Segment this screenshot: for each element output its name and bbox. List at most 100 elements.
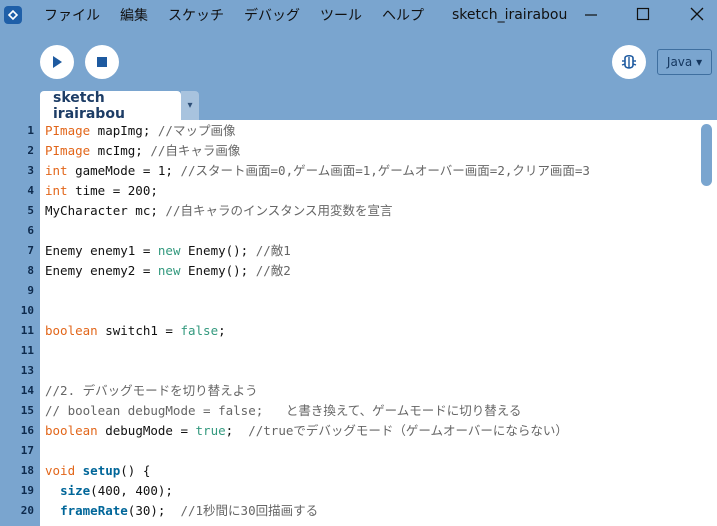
code-token: setup — [82, 463, 121, 478]
line-number: 10 — [20, 304, 34, 317]
code-line: boolean switch1 = false; — [45, 321, 226, 341]
code-line: //2. デバッグモードを切り替えよう — [45, 381, 258, 401]
code-line: int gameMode = 1; //スタート画面=0,ゲーム画面=1,ゲーム… — [45, 161, 590, 181]
menu-file[interactable]: ファイル — [44, 5, 100, 25]
line-number: 5 — [27, 204, 34, 217]
code-token: int — [45, 163, 68, 178]
code-line: PImage mapImg; //マップ画像 — [45, 121, 235, 141]
code-token: () { — [120, 463, 151, 478]
line-number: 6 — [27, 224, 34, 237]
play-icon — [53, 56, 62, 68]
code-token: frameRate — [60, 503, 128, 518]
code-token: switch1 = — [97, 323, 181, 338]
line-number: 15 — [20, 404, 34, 417]
code-token: true — [195, 423, 226, 438]
line-number: 7 — [27, 244, 34, 257]
line-number: 16 — [20, 424, 34, 437]
code-token: debugMode = — [97, 423, 196, 438]
line-number: 11 — [20, 344, 34, 357]
code-line: frameRate(30); //1秒間に30回描画する — [45, 501, 318, 521]
code-token: false — [180, 323, 219, 338]
menu-help[interactable]: ヘルプ — [382, 5, 424, 25]
stop-icon — [97, 57, 107, 67]
code-line: void setup() { — [45, 461, 150, 481]
mode-selector[interactable]: Java ▾ — [657, 49, 712, 75]
code-token: Enemy(); — [180, 263, 256, 278]
maximize-button[interactable] — [630, 2, 656, 26]
bug-icon — [621, 54, 637, 69]
code-token: gameMode = 1; — [67, 163, 181, 178]
code-token: boolean — [45, 423, 98, 438]
code-token: //自キャラ画像 — [150, 143, 241, 158]
menu-bar: ファイル 編集 スケッチ デバッグ ツール ヘルプ — [44, 0, 444, 30]
minimize-button[interactable] — [578, 2, 604, 26]
code-line: PImage mcImg; //自キャラ画像 — [45, 141, 240, 161]
line-number: 11 — [20, 324, 34, 337]
line-number: 3 — [27, 164, 34, 177]
code-token: ; — [218, 323, 226, 338]
code-token: // boolean debugMode = false; と書き換えて、ゲーム… — [45, 403, 522, 418]
code-token: MyCharacter mc; — [45, 203, 166, 218]
close-button[interactable] — [684, 2, 710, 26]
code-token: (30); — [127, 503, 181, 518]
line-number: 4 — [27, 184, 34, 197]
code-token: new — [157, 263, 181, 278]
line-number: 13 — [20, 364, 34, 377]
line-number: 8 — [27, 264, 34, 277]
code-line: MyCharacter mc; //自キャラのインスタンス用変数を宣言 — [45, 201, 392, 221]
line-number: 20 — [20, 504, 34, 517]
code-token: (400, 400); — [90, 483, 173, 498]
code-token: //敵2 — [255, 263, 291, 278]
menu-debug[interactable]: デバッグ — [244, 5, 300, 25]
line-number: 19 — [20, 484, 34, 497]
code-token: Enemy enemy1 = — [45, 243, 158, 258]
code-token: new — [157, 243, 181, 258]
scrollbar-thumb[interactable] — [701, 124, 712, 186]
code-line: Enemy enemy2 = new Enemy(); //敵2 — [45, 261, 291, 281]
code-token: PImage — [45, 123, 91, 138]
code-token: Enemy(); — [180, 243, 256, 258]
code-line: boolean debugMode = true; //trueでデバッグモード… — [45, 421, 568, 441]
code-token: //マップ画像 — [157, 123, 236, 138]
code-token: ; — [225, 423, 249, 438]
line-number: 17 — [20, 444, 34, 457]
tab-menu-button[interactable]: ▾ — [181, 91, 199, 120]
code-token: Enemy enemy2 = — [45, 263, 158, 278]
code-token: void — [45, 463, 76, 478]
code-line: // boolean debugMode = false; と書き換えて、ゲーム… — [45, 401, 521, 421]
menu-sketch[interactable]: スケッチ — [168, 5, 224, 25]
line-number: 1 — [27, 124, 34, 137]
code-token: time = 200; — [67, 183, 158, 198]
code-token: mcImg; — [90, 143, 151, 158]
run-button[interactable] — [40, 45, 74, 79]
line-number-gutter: 1 2 3 4 5 6 7 8 9 10 11 11 13 14 15 16 17 18 19 20 — [0, 120, 40, 526]
debugger-button[interactable] — [612, 45, 646, 79]
code-editor[interactable]: PImage mapImg; //マップ画像 PImage mcImg; //自キ… — [40, 120, 698, 526]
code-line: size(400, 400); — [45, 481, 173, 501]
minimize-icon — [585, 14, 597, 16]
code-token: //2. デバッグモードを切り替えよう — [45, 383, 258, 398]
code-token: size — [60, 483, 91, 498]
tab-sketch[interactable]: sketch irairabou — [40, 90, 181, 122]
title-bar: ファイル 編集 スケッチ デバッグ ツール ヘルプ sketch_irairab… — [0, 0, 717, 30]
code-token: //自キャラのインスタンス用変数を宣言 — [165, 203, 393, 218]
code-token: //敵1 — [255, 243, 291, 258]
processing-logo-icon — [4, 6, 22, 24]
menu-edit[interactable]: 編集 — [120, 5, 148, 25]
close-icon — [690, 7, 704, 21]
line-number: 18 — [20, 464, 34, 477]
code-token: boolean — [45, 323, 98, 338]
menu-tools[interactable]: ツール — [320, 5, 362, 25]
code-line: int time = 200; — [45, 181, 158, 201]
maximize-icon — [636, 7, 650, 21]
code-line: Enemy enemy1 = new Enemy(); //敵1 — [45, 241, 291, 261]
line-number: 14 — [20, 384, 34, 397]
line-number: 9 — [27, 284, 34, 297]
window-title: sketch_irairabou — [452, 7, 568, 23]
code-token: //1秒間に30回描画する — [180, 503, 319, 518]
stop-button[interactable] — [85, 45, 119, 79]
line-number: 2 — [27, 144, 34, 157]
